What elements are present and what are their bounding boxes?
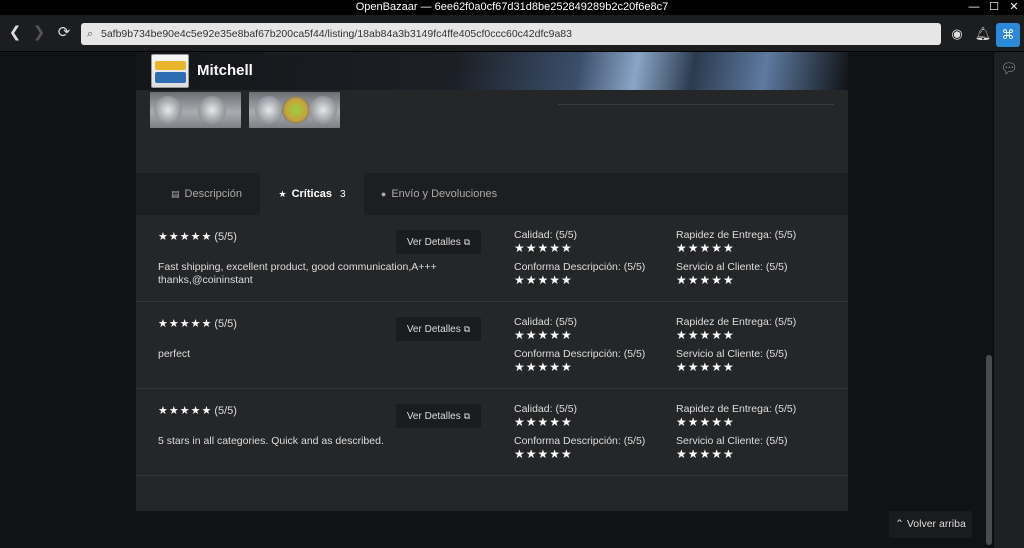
criterion-servicio: Servicio al Cliente: (5/5) ★★★★★: [676, 348, 788, 374]
criterion-calidad: Calidad: (5/5) ★★★★★: [514, 403, 578, 429]
review-text: perfect: [158, 348, 191, 360]
details-button[interactable]: Ver Detalles ⧉: [396, 230, 481, 254]
browser-toolbar: ❮ ❯ ⟳ ⌕ 5afb9b734be90e4c5e92e35e8baf67b2…: [0, 15, 1024, 52]
details-button[interactable]: Ver Detalles ⧉: [396, 404, 481, 428]
tab-label: Envío y Devoluciones: [391, 188, 498, 200]
external-link-icon: ⧉: [463, 411, 471, 421]
tab-criticas[interactable]: ★ Críticas 3: [260, 173, 364, 215]
window-title-bar: OpenBazaar — 6ee62f0a0cf67d31d8be2528492…: [0, 0, 1024, 15]
review-item: ★★★★★ (5/5) Ver Detalles ⧉ 5 stars in all …: [136, 389, 848, 476]
details-button[interactable]: Ver Detalles ⧉: [396, 317, 481, 341]
search-icon: ⌕: [87, 28, 94, 40]
listing-panel: Mitchell ▤ Descripción ★ Críticas 3 ● Envío …: [136, 52, 848, 511]
back-to-top-button[interactable]: ⌃ Volver arriba: [889, 511, 972, 538]
back-arrow-icon[interactable]: ❮: [6, 24, 24, 42]
store-name[interactable]: Mitchell: [197, 62, 253, 79]
tab-label: Críticas: [291, 188, 332, 200]
eye-icon[interactable]: ◉: [947, 24, 967, 44]
criterion-rapidez: Rapidez de Entrega: (5/5) ★★★★★: [676, 403, 797, 429]
criterion-conforma: Conforma Descripción: (5/5) ★★★★★: [514, 435, 646, 461]
review-text: Fast shipping, excellent product, good c…: [158, 261, 437, 286]
tab-descripcion[interactable]: ▤ Descripción: [154, 173, 259, 215]
scrollbar-thumb[interactable]: [986, 355, 992, 545]
forward-arrow-icon[interactable]: ❯: [30, 24, 48, 42]
tab-bar: ▤ Descripción ★ Críticas 3 ● Envío y Devoluc…: [136, 173, 848, 215]
criterion-conforma: Conforma Descripción: (5/5) ★★★★★: [514, 261, 646, 287]
review-text: 5 stars in all categories. Quick and as …: [158, 435, 384, 447]
review-stars: ★★★★★ (5/5): [158, 405, 237, 417]
chat-icon[interactable]: 💬︎: [1000, 60, 1018, 76]
bell-icon[interactable]: 🔔︎: [973, 24, 993, 44]
review-stars: ★★★★★ (5/5): [158, 318, 237, 330]
divider: [558, 104, 834, 105]
external-link-icon: ⧉: [463, 324, 471, 334]
criterion-servicio: Servicio al Cliente: (5/5) ★★★★★: [676, 435, 788, 461]
review-item: ★★★★★ (5/5) Ver Detalles ⧉ perfect Calidad…: [136, 302, 848, 389]
star-icon: ★: [278, 189, 287, 199]
criterion-conforma: Conforma Descripción: (5/5) ★★★★★: [514, 348, 646, 374]
minimize-button[interactable]: —: [964, 0, 984, 15]
store-header: Mitchell: [136, 52, 848, 90]
product-thumbnail[interactable]: [249, 92, 340, 128]
close-button[interactable]: ✕: [1004, 0, 1024, 15]
window-title: OpenBazaar — 6ee62f0a0cf67d31d8be2528492…: [355, 1, 669, 13]
maximize-button[interactable]: ☐: [984, 0, 1004, 15]
box-icon: ●: [380, 189, 387, 199]
product-thumbnail[interactable]: [150, 92, 241, 128]
chevron-up-icon: ⌃: [895, 518, 907, 530]
criterion-rapidez: Rapidez de Entrega: (5/5) ★★★★★: [676, 229, 797, 255]
tab-label: Descripción: [184, 188, 242, 200]
store-avatar[interactable]: [151, 54, 189, 88]
address-bar[interactable]: ⌕ 5afb9b734be90e4c5e92e35e8baf67b200ca5f…: [81, 23, 941, 45]
criterion-calidad: Calidad: (5/5) ★★★★★: [514, 229, 578, 255]
criterion-calidad: Calidad: (5/5) ★★★★★: [514, 316, 578, 342]
external-link-icon: ⧉: [463, 237, 471, 247]
document-icon: ▤: [171, 189, 180, 199]
review-stars: ★★★★★ (5/5): [158, 231, 237, 243]
criterion-rapidez: Rapidez de Entrega: (5/5) ★★★★★: [676, 316, 797, 342]
review-item: ★★★★★ (5/5) Ver Detalles ⧉ Fast shipping, …: [136, 215, 848, 302]
refresh-icon[interactable]: ⟳: [55, 24, 73, 42]
app-menu-icon[interactable]: ⌘: [996, 23, 1020, 47]
tab-envio[interactable]: ● Envío y Devoluciones: [368, 173, 510, 215]
criterion-servicio: Servicio al Cliente: (5/5) ★★★★★: [676, 261, 788, 287]
right-sidebar: 💬︎: [993, 52, 1024, 548]
address-text: 5afb9b734be90e4c5e92e35e8baf67b200ca5f44…: [101, 28, 572, 40]
window-controls: — ☐ ✕: [964, 0, 1024, 15]
review-count: 3: [339, 189, 346, 200]
